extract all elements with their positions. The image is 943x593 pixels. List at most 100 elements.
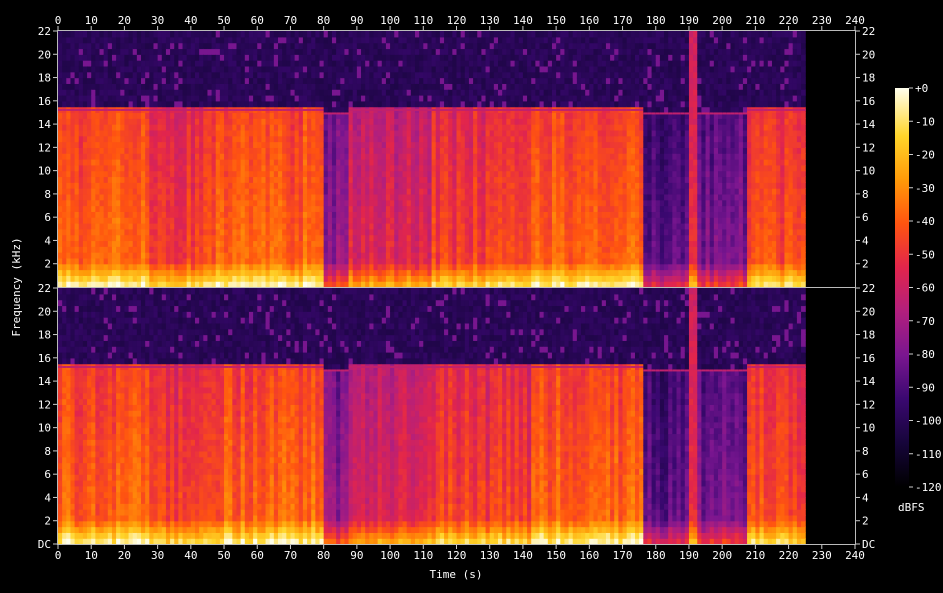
spectrogram-cell: [232, 188, 238, 195]
spectrogram-cell: [373, 205, 379, 212]
spectrogram-cell: [215, 263, 221, 271]
spectrogram-cell: [323, 141, 329, 148]
spectrogram-cell: [414, 83, 420, 90]
spectrogram-cell: [278, 205, 283, 212]
spectrogram-cell: [377, 217, 383, 224]
spectrogram-cell: [493, 129, 499, 137]
spectrogram-cell: [116, 118, 121, 125]
spectrogram-cell: [58, 95, 63, 102]
spectrogram-cell: [302, 118, 308, 125]
spectrogram-cell: [319, 31, 325, 38]
spectrogram-cell: [282, 193, 287, 201]
spectrogram-cell: [369, 193, 375, 201]
spectrogram-cell: [66, 211, 72, 218]
spectrogram-cell: [456, 141, 462, 148]
spectrogram-cell: [194, 182, 200, 189]
spectrogram-cell: [145, 118, 150, 125]
spectrogram-cell: [435, 95, 441, 102]
spectrogram-cell: [315, 36, 321, 44]
spectrogram-cell: [58, 36, 63, 44]
spectrogram-cell: [91, 182, 96, 189]
spectrogram-cell: [278, 246, 283, 253]
spectrogram-cell: [224, 54, 229, 61]
spectrogram-cell: [278, 159, 283, 166]
spectrogram-cell: [107, 269, 113, 276]
spectrogram-cell: [294, 164, 300, 172]
spectrogram-cell: [514, 182, 520, 189]
spectrogram-cell: [294, 252, 300, 259]
spectrogram-cell: [194, 77, 200, 84]
spectrogram-cell: [290, 112, 296, 119]
spectrogram-cell: [78, 281, 84, 287]
spectrogram-cell: [298, 170, 304, 178]
spectrogram-cell: [107, 31, 113, 38]
spectrogram-cell: [141, 65, 146, 73]
spectrogram-cell: [311, 252, 316, 259]
spectrogram-cell: [165, 147, 171, 154]
spectrogram-cell: [506, 153, 512, 160]
spectrogram-cell: [58, 217, 63, 224]
spectrogram-cell: [232, 217, 238, 224]
spectrogram-cell: [369, 199, 375, 207]
spectrogram-cell: [419, 141, 424, 148]
spectrogram-cell: [294, 223, 300, 230]
spectrogram-cell: [153, 153, 159, 160]
spectrogram-cell: [111, 223, 117, 230]
spectrogram-cell: [385, 89, 391, 96]
spectrogram-cell: [257, 217, 262, 224]
spectrogram-cell: [456, 223, 462, 230]
spectrogram-cell: [502, 71, 507, 79]
spectrogram-cell: [431, 100, 437, 108]
spectrogram-cell: [82, 205, 88, 212]
spectrogram-cell: [211, 188, 217, 195]
spectrogram-cell: [211, 205, 217, 212]
spectrogram-cell: [331, 170, 337, 178]
spectrogram-cell: [468, 95, 474, 102]
spectrogram-cell: [423, 54, 429, 61]
spectrogram-cell: [307, 112, 312, 119]
spectrogram-cell: [136, 240, 142, 247]
spectrogram-cell: [493, 95, 499, 102]
spectrogram-cell: [265, 31, 271, 38]
spectrogram-cell: [82, 135, 88, 143]
spectrogram-cell: [87, 275, 92, 282]
spectrogram-cell: [435, 246, 441, 253]
spectrogram-cell: [344, 129, 350, 137]
spectrogram-cell: [248, 31, 254, 38]
spectrogram-cell: [485, 176, 491, 183]
spectrogram-cell: [66, 135, 72, 143]
spectrogram-cell: [248, 100, 254, 108]
spectrogram-cell: [352, 65, 358, 73]
spectrogram-cell: [352, 31, 358, 38]
spectrogram-cell: [145, 31, 150, 38]
spectrogram-cell: [153, 147, 159, 154]
spectrogram-cell: [311, 164, 316, 172]
spectrogram-cell: [132, 89, 138, 96]
spectrogram-cell: [116, 71, 121, 79]
spectrogram-cell: [203, 257, 209, 265]
spectrogram-cell: [294, 182, 300, 189]
spectrogram-cell: [381, 234, 387, 242]
spectrogram-cell: [95, 182, 101, 189]
spectrogram-cell: [489, 129, 495, 137]
spectrogram-cell: [435, 240, 441, 247]
spectrogram-cell: [95, 60, 101, 67]
spectrogram-cell: [153, 246, 159, 253]
spectrogram-cell: [473, 205, 478, 212]
spectrogram-cell: [419, 263, 424, 271]
spectrogram-cell: [352, 89, 358, 96]
cutoff-edge: [74, 108, 80, 111]
spectrogram-cell: [215, 252, 221, 259]
spectrogram-cell: [381, 269, 387, 276]
spectrogram-cell: [282, 275, 287, 282]
spectrogram-cell: [456, 129, 462, 137]
cutoff-edge: [178, 108, 184, 111]
spectrogram-cell: [356, 54, 362, 61]
spectrogram-cell: [381, 42, 387, 50]
spectrogram-cell: [62, 176, 67, 183]
spectrogram-cell: [120, 31, 126, 38]
spectrogram-cell: [514, 112, 520, 119]
spectrogram-cell: [141, 112, 146, 119]
spectrogram-cell: [149, 228, 155, 236]
spectrogram-cell: [186, 95, 192, 102]
